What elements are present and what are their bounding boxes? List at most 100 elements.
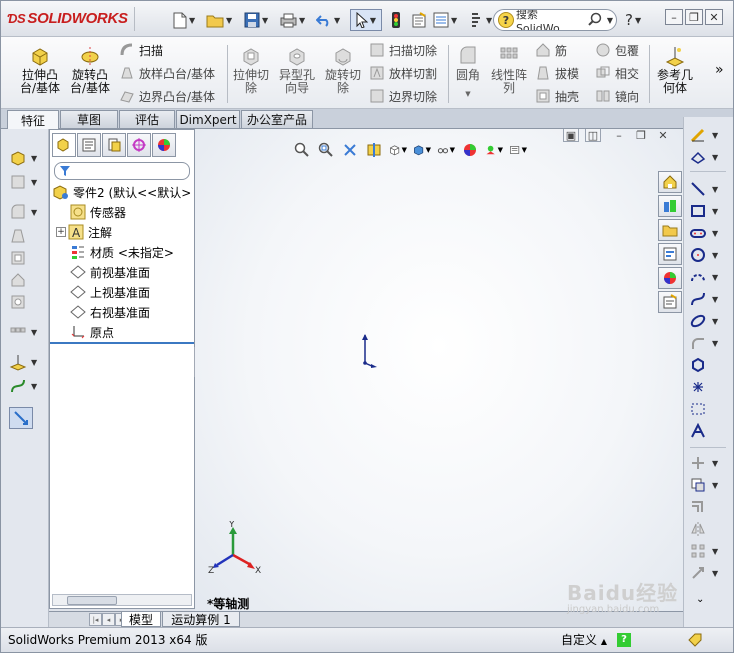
toolbar-scroll-down[interactable]: ⌄ [696, 589, 733, 609]
viewport-tile-button[interactable]: ▣ [563, 129, 579, 142]
tab-sketch[interactable]: 草图 [60, 110, 118, 128]
loft-boss-button[interactable]: 放样凸台/基体 [119, 64, 215, 82]
reference-geometry-button[interactable]: 参考几何体 [655, 45, 695, 95]
apply-scene-button[interactable]: ▼ [485, 141, 503, 159]
options-button[interactable]: ▼ [433, 9, 457, 31]
arc-button[interactable]: ▼ [690, 267, 730, 287]
mirror-button[interactable]: 镜向 [595, 87, 639, 105]
tree-filter-input[interactable] [54, 162, 190, 180]
previous-view-button[interactable] [341, 141, 359, 159]
more-commands-button[interactable]: » [715, 61, 724, 79]
view-palette-tab[interactable] [658, 243, 682, 265]
new-document-button[interactable]: ▼ [173, 9, 195, 31]
extrude-cut-button[interactable]: 拉伸切除 [231, 45, 271, 95]
fillet-dropdown-icon[interactable]: ▼ [465, 88, 470, 101]
solidworks-resources-tab[interactable] [658, 171, 682, 193]
hole-wizard-button[interactable]: 异型孔向导 [277, 45, 317, 95]
tree-item-material[interactable]: 材质 <未指定> [70, 242, 174, 262]
prev-tab-button[interactable]: ◂ [102, 613, 115, 626]
tree-item-right-plane[interactable]: 右视基准面 [70, 302, 150, 322]
wrap-button[interactable]: 包覆 [595, 41, 639, 59]
fillet-button[interactable]: 圆角 ▼ [453, 45, 483, 101]
customize-button[interactable]: 自定义 ▲ [561, 631, 607, 648]
part-root-node[interactable]: 零件2 (默认<<默认> [52, 182, 191, 202]
convert-entities-button[interactable]: ▼ [690, 475, 730, 495]
move-entities-button[interactable]: ▼ [690, 563, 730, 583]
fillet-tool-button[interactable]: ▼ [9, 201, 41, 223]
save-button[interactable]: ▼ [244, 9, 268, 31]
open-button[interactable]: ▼ [206, 9, 232, 31]
tab-motion-study[interactable]: 运动算例 1 [162, 612, 240, 627]
tab-model[interactable]: 模型 [121, 612, 161, 627]
view-orientation-button[interactable]: ▼ [389, 141, 407, 159]
revolve-boss-button[interactable]: 旋转凸台/基体 [69, 45, 111, 95]
design-library-tab[interactable] [658, 195, 682, 217]
swept-cut-button[interactable]: 扫描切除 [369, 41, 437, 59]
viewport-restore-button[interactable]: ❐ [633, 129, 649, 142]
appearances-tab[interactable] [658, 267, 682, 289]
display-style-button[interactable]: ▼ [413, 141, 431, 159]
search-icon[interactable] [587, 12, 603, 28]
rib-tool-button[interactable] [9, 269, 41, 291]
tools-button[interactable]: ▼ [470, 9, 492, 31]
minimize-button[interactable]: – [665, 9, 683, 25]
custom-properties-tab[interactable] [658, 291, 682, 313]
lofted-cut-button[interactable]: 放样切割 [369, 64, 437, 82]
file-explorer-tab[interactable] [658, 219, 682, 241]
tree-item-top-plane[interactable]: 上视基准面 [70, 282, 150, 302]
close-button[interactable]: ✕ [705, 9, 723, 25]
section-view-button[interactable] [365, 141, 383, 159]
help-status-icon[interactable]: ? [617, 632, 631, 647]
shell-tool-button[interactable] [9, 247, 41, 269]
spline-button[interactable]: ▼ [690, 289, 730, 309]
help-button[interactable]: ? ▼ [625, 9, 641, 31]
view-settings-button[interactable]: ▼ [509, 141, 527, 159]
tree-item-origin[interactable]: 原点 [70, 322, 114, 342]
intersect-button[interactable]: 相交 [595, 64, 639, 82]
maximize-button[interactable]: ❐ [685, 9, 703, 25]
tab-dimxpert[interactable]: DimXpert [176, 110, 240, 128]
viewport-minimize-button[interactable]: – [611, 129, 627, 142]
tree-item-front-plane[interactable]: 前视基准面 [70, 262, 150, 282]
draft-button[interactable]: 拔模 [535, 64, 579, 82]
solidworks-logo[interactable]: ƊS SOLIDWORKS [7, 10, 128, 27]
zoom-area-button[interactable] [317, 141, 335, 159]
trim-button[interactable]: ▼ [690, 453, 730, 473]
boundary-cut-button[interactable]: 边界切除 [369, 87, 437, 105]
tree-item-sensors[interactable]: 传感器 [70, 202, 126, 222]
cut-tool-button[interactable]: ▼ [9, 171, 41, 193]
file-properties-button[interactable] [411, 9, 427, 31]
tab-office-products[interactable]: 办公室产品 [241, 110, 313, 128]
graphics-area[interactable]: ▣ ◫ – ❐ ✕ ▼ ▼ ▼ ▼ ▼ Y X Z *等轴测 [195, 129, 683, 611]
ellipse-button[interactable]: ▼ [690, 311, 730, 331]
print-button[interactable]: ▼ [280, 9, 305, 31]
fillet-sketch-button[interactable]: ▼ [690, 333, 730, 353]
boundary-boss-button[interactable]: 边界凸台/基体 [119, 87, 215, 105]
extrude-boss-button[interactable]: 拉伸凸台/基体 [19, 45, 61, 95]
zoom-to-fit-button[interactable] [293, 141, 311, 159]
rib-button[interactable]: 筋 [535, 41, 567, 59]
pattern-tool-button[interactable]: ▼ [9, 321, 41, 343]
sweep-button[interactable]: 扫描 [119, 41, 163, 59]
viewport-close-button[interactable]: ✕ [655, 129, 671, 142]
edit-appearance-button[interactable] [461, 141, 479, 159]
smart-dimension-button[interactable]: ▼ [690, 147, 730, 167]
scrollbar-thumb[interactable] [67, 596, 117, 605]
first-tab-button[interactable]: |◂ [89, 613, 102, 626]
search-box[interactable]: ? 搜索 SolidWo ▼ [493, 9, 617, 31]
hole-tool-button[interactable] [9, 291, 41, 313]
display-manager-tab[interactable] [152, 133, 176, 157]
line-button[interactable]: ▼ [690, 179, 730, 199]
rectangle-button[interactable]: ▼ [690, 201, 730, 221]
offset-entities-button[interactable] [690, 497, 730, 517]
shell-button[interactable]: 抽壳 [535, 87, 579, 105]
polygon-button[interactable] [690, 355, 730, 375]
linear-pattern-button[interactable]: 线性阵列 [489, 45, 529, 95]
extrude-tool-button[interactable]: ▼ [9, 147, 41, 169]
curves-tool-button[interactable]: ▼ [9, 375, 41, 397]
dimxpert-manager-tab[interactable] [127, 133, 151, 157]
sketch-button[interactable]: ▼ [690, 125, 730, 145]
circle-button[interactable]: ▼ [690, 245, 730, 265]
select-button[interactable]: ▼ [350, 9, 382, 31]
text-button[interactable] [690, 421, 730, 441]
